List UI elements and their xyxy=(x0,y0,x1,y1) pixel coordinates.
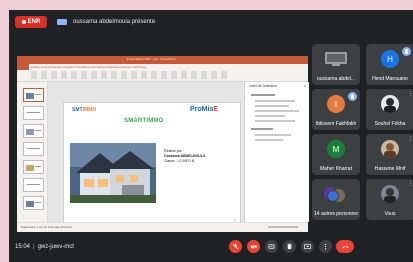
participant-tile[interactable]: ⋮ Vous xyxy=(366,179,413,220)
powerpoint-titlebar: Présentation PDF - ppt - PowerPoint xyxy=(17,56,308,64)
camera-off-icon xyxy=(250,243,257,250)
avatar-photo xyxy=(381,95,399,113)
avatar: M xyxy=(327,140,345,158)
avatar-photo xyxy=(381,140,399,158)
zoom-slider[interactable] xyxy=(268,226,298,228)
logo-left-accent: IMMO xyxy=(82,107,97,113)
meet-window: ENR oussama abdelmoula présente Présenta… xyxy=(9,10,413,262)
pane-item xyxy=(255,100,295,102)
captions-icon xyxy=(268,244,275,249)
selection-pane: Volet de Sélection × xyxy=(244,82,309,222)
mic-off-icon xyxy=(232,243,239,250)
powerpoint-ribbon: Fichier Accueil Insertion Création Trans… xyxy=(17,64,308,82)
speaking-mic-icon xyxy=(402,47,411,56)
pane-item xyxy=(251,94,275,96)
recording-label: ENR xyxy=(27,19,41,25)
more-options-icon[interactable]: ⋮ xyxy=(408,182,413,187)
participant-tile[interactable]: I Ibtissem Fakhfakh xyxy=(312,89,360,130)
present-screen-icon xyxy=(304,243,311,250)
shared-screen[interactable]: Présentation PDF - ppt - PowerPoint Fich… xyxy=(17,56,309,232)
participant-tile[interactable]: oussama abdel... xyxy=(312,44,360,85)
camera-toggle-button[interactable] xyxy=(247,240,260,253)
meeting-code: gwz-juwv-mct xyxy=(37,244,74,250)
file-tab xyxy=(17,64,29,70)
mic-toggle-button[interactable] xyxy=(229,240,242,253)
status-text: Diapositive 1 sur 12 Français (France) xyxy=(21,225,72,229)
recording-dot-icon xyxy=(21,20,26,24)
close-icon[interactable]: × xyxy=(304,83,306,88)
participant-name: Hassene Mnif xyxy=(374,166,406,172)
presenter-label: oussama abdelmoula présente xyxy=(73,19,156,25)
more-options-icon[interactable]: ⋮ xyxy=(408,92,413,97)
avatar-photo xyxy=(381,185,399,203)
slide-thumbnail xyxy=(23,124,44,138)
present-button[interactable] xyxy=(301,240,314,253)
participant-name: Ibtissem Fakhfakh xyxy=(315,121,357,127)
participant-name: Vous xyxy=(384,211,396,217)
pane-item xyxy=(255,110,299,112)
author-block: Réalisé par : Oussama ABDELMOULA Classe … xyxy=(164,149,206,164)
captions-button[interactable] xyxy=(265,240,278,253)
promise-logo: ProMisE xyxy=(190,106,218,113)
participant-name: Maher Kharrat xyxy=(320,166,352,172)
meeting-info: 15:04 | gwz-juwv-mct xyxy=(15,244,74,250)
slide-thumbnail xyxy=(23,88,44,102)
slide-thumbnails xyxy=(17,82,48,222)
bottom-bar: 15:04 | gwz-juwv-mct xyxy=(9,235,413,262)
more-options-button[interactable] xyxy=(319,240,332,253)
avatar: I xyxy=(327,95,345,113)
raise-hand-button[interactable] xyxy=(283,240,296,253)
slide-thumbnail xyxy=(23,178,44,192)
more-vert-icon xyxy=(324,243,327,250)
participant-tile[interactable]: H Hend Marouane xyxy=(366,44,413,85)
selection-pane-title: Volet de Sélection xyxy=(249,84,278,88)
smt-immo-logo: SMTIMMO xyxy=(72,107,96,113)
raise-hand-icon xyxy=(287,243,292,250)
current-slide: SMTIMMO SMARTIMMO ProMisE Réalisé par: … xyxy=(63,102,241,226)
participant-tile[interactable]: 14 autres personnes xyxy=(312,179,360,220)
leave-call-button[interactable] xyxy=(336,240,354,253)
house-photo xyxy=(70,143,156,203)
participant-name: Souhel Frikha xyxy=(374,121,406,127)
top-bar: ENR oussama abdelmoula présente xyxy=(9,10,413,34)
slide-thumbnail xyxy=(23,142,44,156)
participant-name: Hend Marouane xyxy=(372,76,408,82)
pane-item xyxy=(255,115,285,117)
logo-right-text: ProMis xyxy=(190,106,214,113)
avatar: H xyxy=(381,50,399,68)
pane-item xyxy=(255,105,289,107)
slide-thumbnail xyxy=(23,160,44,174)
slide-thumbnail xyxy=(23,196,44,210)
participant-name: 14 autres personnes xyxy=(314,211,358,217)
present-screen-icon xyxy=(57,19,67,25)
class-label: Classe : L2 INFO B xyxy=(164,159,195,163)
speaking-mic-icon xyxy=(348,92,357,101)
participant-tile[interactable]: ⋮ Hassene Mnif xyxy=(366,134,413,175)
recording-badge[interactable]: ENR xyxy=(15,16,47,28)
hang-up-icon xyxy=(341,245,349,249)
powerpoint-statusbar: Diapositive 1 sur 12 Français (France) xyxy=(17,222,308,232)
logo-left-text: SMT xyxy=(72,107,83,113)
screen-share-icon xyxy=(325,52,347,66)
ribbon-tabs: Fichier Accueil Insertion Création Trans… xyxy=(31,65,147,69)
pane-item xyxy=(251,128,273,130)
slide-thumbnail xyxy=(23,106,44,120)
participant-tile[interactable]: ⋮ Souhel Frikha xyxy=(366,89,413,130)
participant-tile[interactable]: M Maher Kharrat xyxy=(312,134,360,175)
participant-name: oussama abdel... xyxy=(316,76,356,82)
pane-item xyxy=(255,120,295,122)
slide-title: SMARTIMMO xyxy=(124,118,164,124)
more-options-icon[interactable]: ⋮ xyxy=(408,137,413,142)
logo-right-accent: E xyxy=(213,106,219,113)
presenting-indicator: oussama abdelmoula présente xyxy=(57,16,155,28)
pane-item xyxy=(255,139,283,141)
ribbon-tools xyxy=(31,71,231,79)
participant-stack xyxy=(323,186,349,203)
powerpoint-window-title: Présentation PDF - ppt - PowerPoint xyxy=(127,57,176,61)
clock-time: 15:04 xyxy=(15,244,31,250)
pane-item xyxy=(255,134,291,136)
